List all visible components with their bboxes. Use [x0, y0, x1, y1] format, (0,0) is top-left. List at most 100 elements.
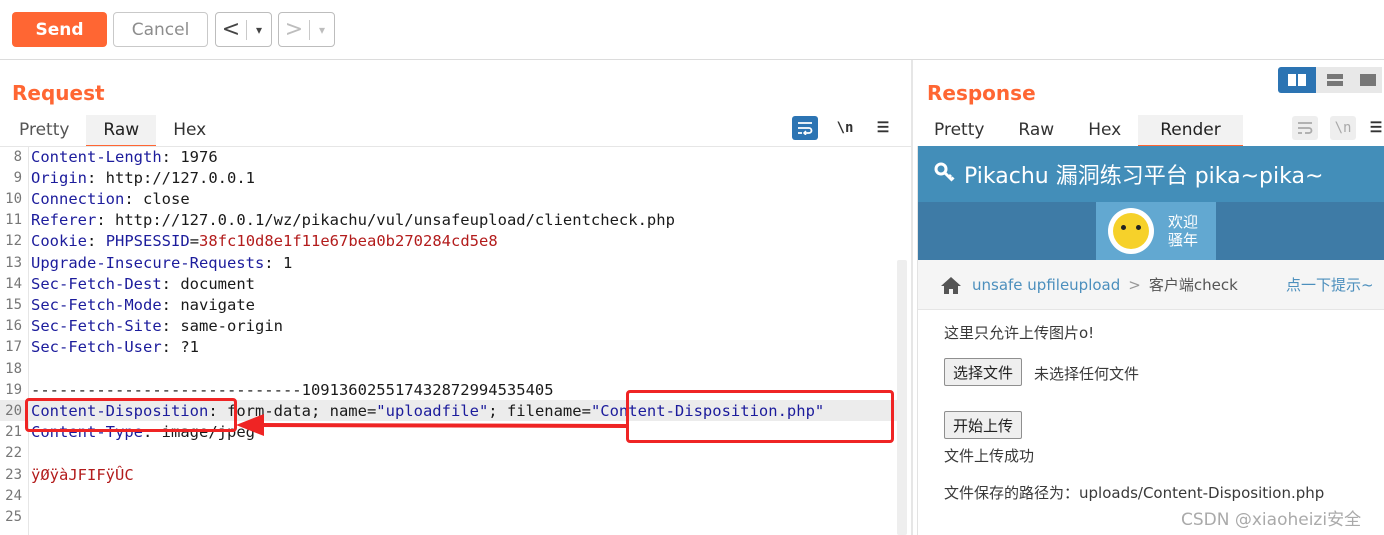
request-line[interactable]: 13 Upgrade-Insecure-Requests: 1 — [0, 252, 897, 273]
request-line[interactable]: 25 — [0, 506, 897, 527]
request-line[interactable]: 11 Referer: http://127.0.0.1/wz/pikachu/v… — [0, 210, 897, 231]
pane-divider[interactable] — [911, 60, 913, 535]
line-number: 17 — [5, 339, 22, 356]
tab-pretty[interactable]: Pretty — [917, 115, 1001, 147]
line-number: 11 — [5, 212, 22, 229]
request-line[interactable]: 10 Connection: close — [0, 188, 897, 209]
tab-pretty[interactable]: Pretty — [2, 115, 86, 147]
line-content: Referer: http://127.0.0.1/wz/pikachu/vul… — [24, 211, 675, 229]
home-icon[interactable] — [940, 275, 962, 295]
back-arrow-icon[interactable]: < — [216, 13, 246, 46]
line-number: 25 — [5, 508, 22, 525]
cancel-button[interactable]: Cancel — [113, 12, 208, 47]
pikachu-avatar-icon — [1113, 213, 1149, 249]
header-value: same-origin — [171, 317, 283, 336]
upload-button[interactable]: 开始上传 — [944, 411, 1023, 439]
header-value — [96, 232, 105, 250]
wrap-lines-icon[interactable] — [792, 116, 818, 140]
filename-label: ; filename= — [488, 401, 591, 420]
split-horizontal-icon[interactable] — [1278, 67, 1316, 93]
header-name: Cookie — [31, 232, 87, 251]
line-number: 14 — [5, 275, 22, 292]
breadcrumb-link[interactable]: unsafe upfileupload — [972, 276, 1120, 294]
hint-link[interactable]: 点一下提示~ — [1286, 274, 1374, 295]
request-line[interactable]: 14 Sec-Fetch-Dest: document — [0, 273, 897, 294]
split-vertical-icon[interactable] — [1316, 67, 1354, 93]
top-toolbar: Send Cancel < ▾ > ▾ — [0, 0, 1384, 60]
highlight-box-filename — [626, 390, 894, 443]
line-number: 22 — [5, 445, 22, 462]
header-value: 1 — [273, 253, 293, 272]
line-content: Cookie: PHPSESSID=38fc10d8e1f11e67bea0b2… — [24, 232, 498, 250]
request-line[interactable]: 16 Sec-Fetch-Site: same-origin — [0, 316, 897, 337]
header-colon: : — [264, 253, 274, 272]
tab-render[interactable]: Render — [1138, 115, 1243, 147]
request-line[interactable]: 8 Content-Length: 1976 — [0, 146, 897, 167]
chevron-down-icon[interactable]: ▾ — [310, 23, 334, 37]
send-button[interactable]: Send — [12, 12, 107, 47]
site-header: Pikachu 漏洞练习平台 pika~pika~ — [918, 146, 1384, 202]
layout-toggle-group — [1278, 67, 1382, 93]
header-name: Sec-Fetch-Dest — [31, 274, 162, 293]
binary-data: ÿØÿàJFIFÿÛC — [31, 465, 134, 484]
chevron-down-icon[interactable]: ▾ — [247, 23, 271, 37]
tab-hex[interactable]: Hex — [1071, 115, 1138, 147]
user-menu[interactable]: 欢迎 骚年 — [1096, 202, 1216, 260]
newline-toggle-icon[interactable]: \n — [1330, 116, 1356, 140]
line-content: Content-Length: 1976 — [24, 148, 218, 166]
header-colon: : — [87, 168, 97, 187]
tab-hex[interactable]: Hex — [156, 115, 223, 147]
menu-icon[interactable]: ☰ — [870, 116, 896, 140]
no-file-text: 未选择任何文件 — [1034, 365, 1140, 383]
key-icon — [934, 161, 956, 188]
request-tabs: Pretty Raw Hex — [2, 115, 223, 147]
request-scrollbar[interactable] — [897, 260, 907, 535]
request-editor[interactable]: 8 Content-Length: 1976 9 Origin: http://127… — [0, 146, 897, 535]
tab-raw[interactable]: Raw — [86, 115, 157, 147]
menu-icon[interactable]: ☰ — [1368, 116, 1384, 140]
wrap-lines-icon[interactable] — [1292, 116, 1318, 140]
tab-raw[interactable]: Raw — [1001, 115, 1071, 147]
header-value: document — [171, 274, 255, 293]
request-line[interactable]: 22 — [0, 443, 897, 464]
line-number: 18 — [5, 360, 22, 377]
line-content: Sec-Fetch-User: ?1 — [24, 338, 199, 356]
response-tabs: Pretty Raw Hex Render — [917, 115, 1243, 147]
header-name: Sec-Fetch-Site — [31, 317, 162, 336]
request-line[interactable]: 18 — [0, 358, 897, 379]
line-number: 13 — [5, 254, 22, 271]
header-name: Content-Length — [31, 147, 162, 166]
field-name-value: "uploadfile" — [376, 401, 489, 420]
request-line[interactable]: 23 ÿØÿàJFIFÿÛC — [0, 464, 897, 485]
breadcrumb: unsafe upfileupload > 客户端check 点一下提示~ — [918, 260, 1384, 310]
header-colon: : — [124, 189, 134, 208]
history-back-group[interactable]: < ▾ — [215, 12, 272, 47]
line-number: 20 — [5, 402, 22, 419]
burp-repeater-window: Send Cancel < ▾ > ▾ Request Pretty Raw H… — [0, 0, 1384, 535]
header-colon: : — [87, 232, 97, 251]
line-number: 19 — [5, 381, 22, 398]
highlight-box-header-key — [25, 398, 237, 432]
forward-arrow-icon[interactable]: > — [279, 13, 309, 46]
cookie-value: 38fc10d8e1f11e67bea0b270284cd5e8 — [199, 232, 498, 251]
history-forward-group[interactable]: > ▾ — [278, 12, 335, 47]
request-line[interactable]: 17 Sec-Fetch-User: ?1 — [0, 337, 897, 358]
breadcrumb-separator: > — [1128, 275, 1141, 294]
choose-file-button[interactable]: 选择文件 — [944, 358, 1023, 386]
header-value: -----------------------------10913602551… — [31, 380, 554, 399]
header-name: Referer — [31, 211, 97, 230]
line-number: 16 — [5, 318, 22, 335]
line-content: ÿØÿàJFIFÿÛC — [24, 466, 134, 484]
single-pane-icon[interactable] — [1354, 67, 1382, 93]
line-number: 15 — [5, 296, 22, 313]
header-name: Sec-Fetch-User — [31, 338, 162, 357]
header-value: http://127.0.0.1 — [96, 168, 255, 187]
cookie-equals: = — [189, 232, 200, 251]
line-content: -----------------------------10913602551… — [24, 381, 554, 399]
request-line[interactable]: 24 — [0, 485, 897, 506]
request-line[interactable]: 15 Sec-Fetch-Mode: navigate — [0, 294, 897, 315]
request-line[interactable]: 12 Cookie: PHPSESSID=38fc10d8e1f11e67bea0… — [0, 231, 897, 252]
newline-toggle-icon[interactable]: \n — [832, 116, 858, 140]
request-line[interactable]: 9 Origin: http://127.0.0.1 — [0, 167, 897, 188]
line-content: Sec-Fetch-Mode: navigate — [24, 296, 255, 314]
